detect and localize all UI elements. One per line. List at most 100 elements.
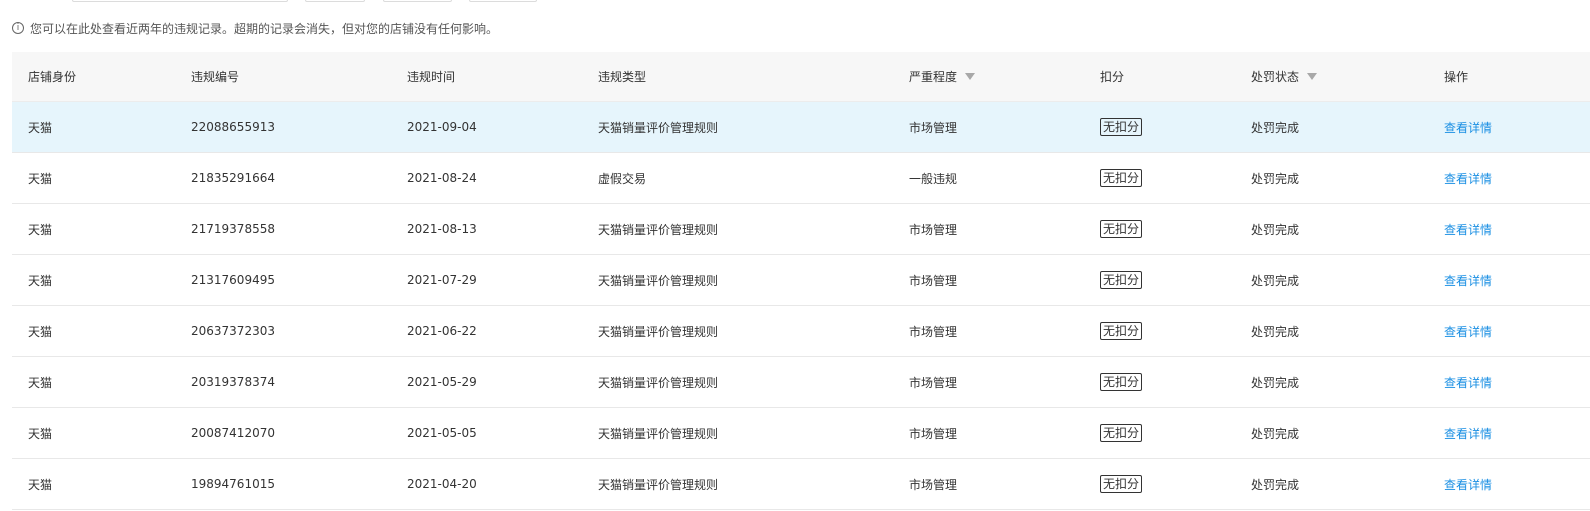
cell-violation-type: 天猫销量评价管理规则 (598, 120, 719, 135)
cell-shop-identity: 天猫 (28, 426, 53, 441)
cell-deduction: 无扣分 (1084, 322, 1235, 340)
cell-violation-time: 2021-05-05 (407, 426, 477, 440)
deduction-badge: 无扣分 (1100, 169, 1143, 187)
column-header-shop-identity: 店铺身份 (28, 70, 77, 84)
violation-records-table: 店铺身份 违规编号 违规时间 违规类型 严重程度 扣分 处罚状态 操作 天猫 2… (12, 52, 1590, 510)
filter-icon[interactable] (965, 73, 976, 80)
column-header-action: 操作 (1444, 70, 1469, 84)
deduction-badge: 无扣分 (1100, 424, 1143, 442)
table-row: 天猫 22088655913 2021-09-04 天猫销量评价管理规则 市场管… (12, 102, 1590, 153)
filter-input-partial[interactable] (72, 0, 288, 2)
cell-severity: 市场管理 (909, 477, 958, 492)
column-header-severity-wrap: 严重程度 (893, 68, 1084, 85)
cell-action: 查看详情 (1428, 374, 1590, 391)
cell-violation-type: 天猫销量评价管理规则 (598, 324, 719, 339)
column-header-penalty-status: 处罚状态 (1251, 70, 1300, 84)
top-filter-controls (0, 0, 1590, 4)
cell-violation-time: 2021-08-13 (407, 222, 477, 236)
search-button-partial[interactable] (383, 0, 452, 2)
cell-violation-id: 20637372303 (191, 324, 275, 338)
cell-shop-identity: 天猫 (28, 477, 53, 492)
view-details-link[interactable]: 查看详情 (1444, 427, 1492, 441)
filter-icon[interactable] (1307, 73, 1318, 80)
table-row: 天猫 21317609495 2021-07-29 天猫销量评价管理规则 市场管… (12, 255, 1590, 306)
cell-shop-identity: 天猫 (28, 171, 53, 186)
column-header-violation-id: 违规编号 (191, 70, 240, 84)
table-row: 天猫 21835291664 2021-08-24 虚假交易 一般违规 无扣分 … (12, 153, 1590, 204)
cell-severity: 市场管理 (909, 222, 958, 237)
table-row: 天猫 20319378374 2021-05-29 天猫销量评价管理规则 市场管… (12, 357, 1590, 408)
cell-violation-type: 虚假交易 (598, 171, 647, 186)
table-row: 天猫 19894761015 2021-04-20 天猫销量评价管理规则 市场管… (12, 459, 1590, 510)
table-header: 店铺身份 违规编号 违规时间 违规类型 严重程度 扣分 处罚状态 操作 (12, 52, 1590, 102)
cell-violation-time: 2021-08-24 (407, 171, 477, 185)
cell-severity: 市场管理 (909, 120, 958, 135)
table-row: 天猫 21719378558 2021-08-13 天猫销量评价管理规则 市场管… (12, 204, 1590, 255)
column-header-violation-type: 违规类型 (598, 70, 647, 84)
column-header-deduction: 扣分 (1100, 70, 1125, 84)
cell-violation-time: 2021-05-29 (407, 375, 477, 389)
deduction-badge: 无扣分 (1100, 220, 1143, 238)
cell-deduction: 无扣分 (1084, 118, 1235, 136)
cell-severity: 市场管理 (909, 375, 958, 390)
cell-action: 查看详情 (1428, 119, 1590, 136)
cell-action: 查看详情 (1428, 323, 1590, 340)
cell-deduction: 无扣分 (1084, 373, 1235, 391)
cell-shop-identity: 天猫 (28, 375, 53, 390)
cell-violation-id: 20319378374 (191, 375, 275, 389)
cell-violation-time: 2021-06-22 (407, 324, 477, 338)
view-details-link[interactable]: 查看详情 (1444, 376, 1492, 390)
notice-text: 您可以在此处查看近两年的违规记录。超期的记录会消失，但对您的店铺没有任何影响。 (30, 21, 499, 36)
table-row: 天猫 20637372303 2021-06-22 天猫销量评价管理规则 市场管… (12, 306, 1590, 357)
cell-action: 查看详情 (1428, 425, 1590, 442)
cell-deduction: 无扣分 (1084, 271, 1235, 289)
cell-deduction: 无扣分 (1084, 475, 1235, 493)
reset-button-partial[interactable] (469, 0, 537, 2)
column-header-severity: 严重程度 (909, 70, 958, 84)
cell-penalty-status: 处罚完成 (1251, 375, 1300, 390)
cell-penalty-status: 处罚完成 (1251, 171, 1300, 186)
info-icon: i (12, 22, 24, 34)
cell-action: 查看详情 (1428, 221, 1590, 238)
deduction-badge: 无扣分 (1100, 271, 1143, 289)
cell-deduction: 无扣分 (1084, 169, 1235, 187)
cell-violation-id: 21317609495 (191, 273, 275, 287)
view-details-link[interactable]: 查看详情 (1444, 172, 1492, 186)
cell-severity: 市场管理 (909, 426, 958, 441)
cell-violation-id: 21719378558 (191, 222, 275, 236)
deduction-badge: 无扣分 (1100, 373, 1143, 391)
view-details-link[interactable]: 查看详情 (1444, 325, 1492, 339)
cell-severity: 市场管理 (909, 324, 958, 339)
cell-penalty-status: 处罚完成 (1251, 120, 1300, 135)
deduction-badge: 无扣分 (1100, 322, 1143, 340)
view-details-link[interactable]: 查看详情 (1444, 274, 1492, 288)
cell-action: 查看详情 (1428, 272, 1590, 289)
cell-shop-identity: 天猫 (28, 324, 53, 339)
cell-penalty-status: 处罚完成 (1251, 324, 1300, 339)
column-header-violation-time: 违规时间 (407, 70, 456, 84)
cell-penalty-status: 处罚完成 (1251, 273, 1300, 288)
deduction-badge: 无扣分 (1100, 118, 1143, 136)
cell-shop-identity: 天猫 (28, 222, 53, 237)
cell-violation-type: 天猫销量评价管理规则 (598, 375, 719, 390)
cell-action: 查看详情 (1428, 476, 1590, 493)
cell-shop-identity: 天猫 (28, 120, 53, 135)
view-details-link[interactable]: 查看详情 (1444, 478, 1492, 492)
cell-violation-id: 21835291664 (191, 171, 275, 185)
cell-penalty-status: 处罚完成 (1251, 426, 1300, 441)
cell-severity: 市场管理 (909, 273, 958, 288)
cell-violation-type: 天猫销量评价管理规则 (598, 477, 719, 492)
cell-action: 查看详情 (1428, 170, 1590, 187)
cell-deduction: 无扣分 (1084, 424, 1235, 442)
column-header-penalty-status-wrap: 处罚状态 (1235, 68, 1428, 85)
view-details-link[interactable]: 查看详情 (1444, 121, 1492, 135)
deduction-badge: 无扣分 (1100, 475, 1143, 493)
cell-deduction: 无扣分 (1084, 220, 1235, 238)
record-notice: i 您可以在此处查看近两年的违规记录。超期的记录会消失，但对您的店铺没有任何影响… (12, 18, 498, 38)
cell-violation-type: 天猫销量评价管理规则 (598, 426, 719, 441)
cell-penalty-status: 处罚完成 (1251, 222, 1300, 237)
cell-violation-id: 22088655913 (191, 120, 275, 134)
filter-select-partial[interactable] (305, 0, 365, 2)
cell-violation-time: 2021-04-20 (407, 477, 477, 491)
view-details-link[interactable]: 查看详情 (1444, 223, 1492, 237)
